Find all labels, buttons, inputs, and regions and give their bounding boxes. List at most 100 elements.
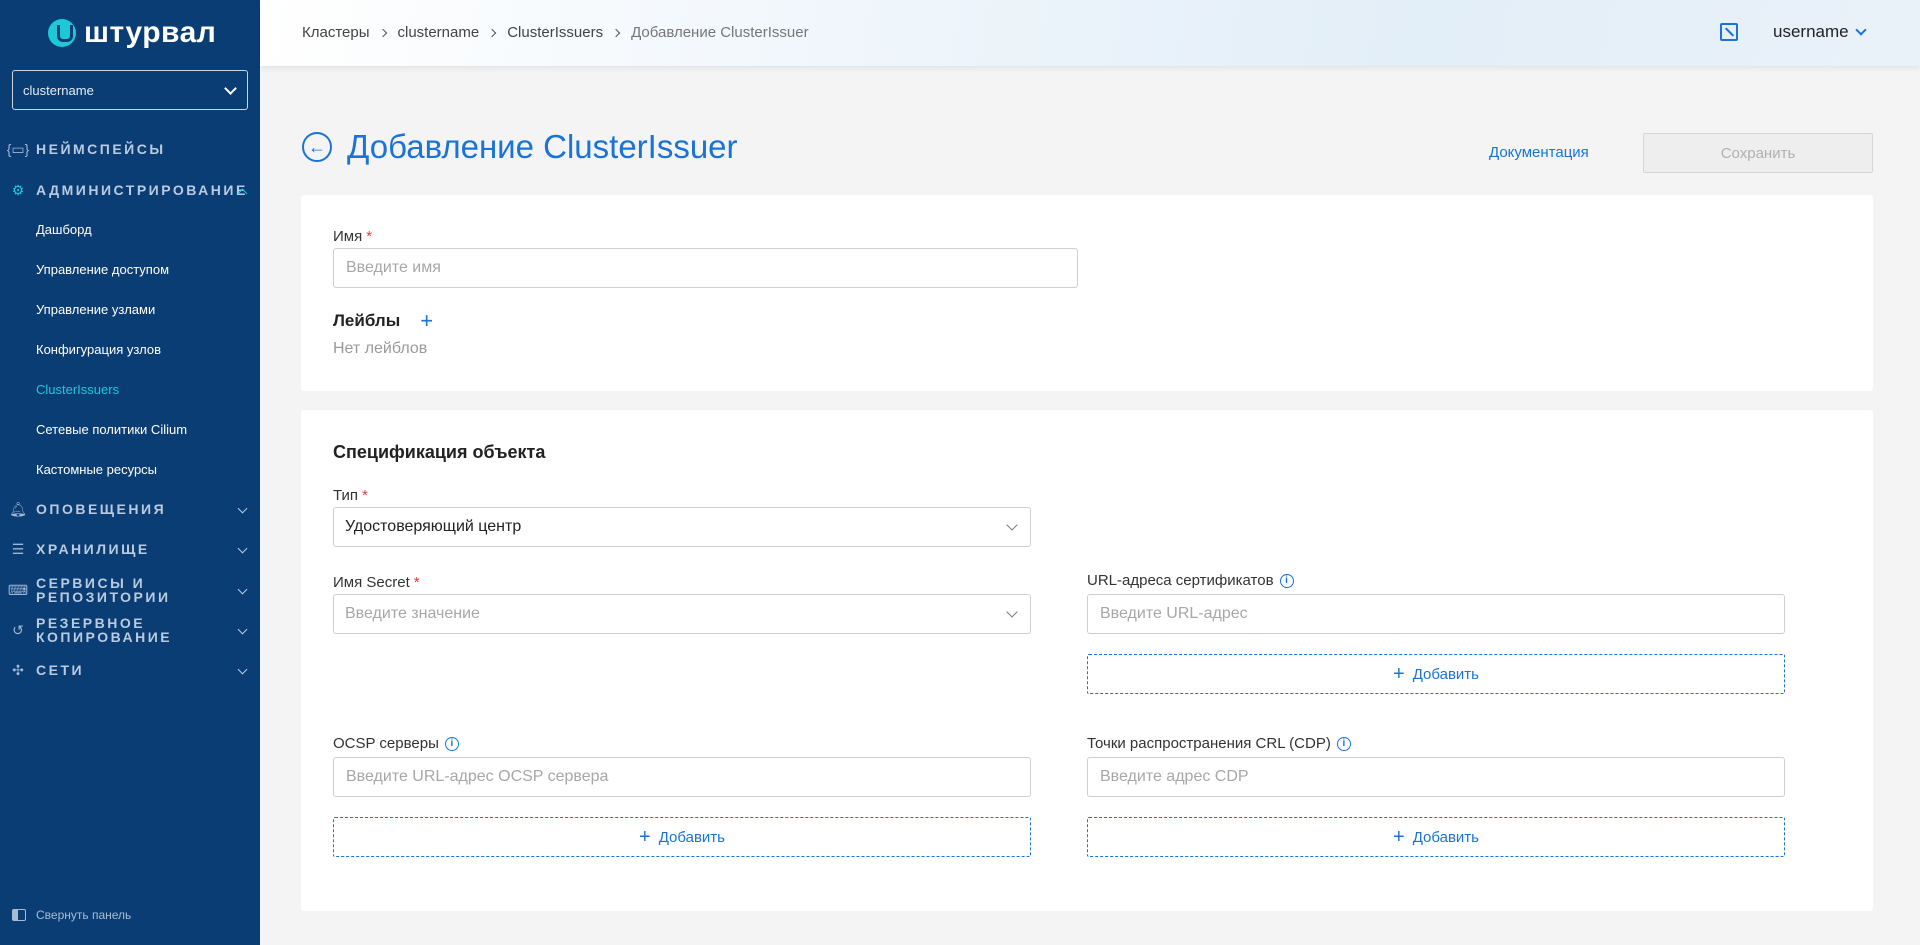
services-icon: ⌨ [7,581,29,598]
sidebar-item-cilium-policies[interactable]: Сетевые политики Cilium [36,422,187,437]
required-marker: * [413,574,420,591]
required-marker: * [366,228,373,245]
type-field-label: Тип * [333,487,368,504]
chevron-down-icon [1006,519,1018,531]
nav-section-label: АДМИНИСТРИРОВАНИЕ [36,182,248,198]
sidebar: штурвал clustername {▭} НЕЙМСПЕЙСЫ ⚙ АДМ… [0,0,260,945]
nav-section-networks[interactable]: ✣ СЕТИ [0,655,260,685]
add-button-label: Добавить [658,828,725,846]
cert-urls-field-label: URL-адреса сертификатов i [1087,572,1294,589]
add-ocsp-button[interactable]: + Добавить [333,817,1031,857]
type-select[interactable]: Удостоверяющий центр [333,507,1031,547]
nav-section-backup[interactable]: ↺ РЕЗЕРВНОЕ КОПИРОВАНИЕ [0,615,260,645]
name-label-text: Имя [333,228,363,245]
brand-logo[interactable]: штурвал [48,16,216,50]
cert-urls-input[interactable]: Введите URL-адрес [1087,594,1785,634]
sidebar-item-node-config[interactable]: Конфигурация узлов [36,342,161,357]
nav-section-label: СЕТИ [36,662,85,678]
add-button-label: Добавить [1412,665,1479,683]
sidebar-item-nodes[interactable]: Управление узлами [36,302,155,317]
add-button-label: Добавить [1412,828,1479,846]
nav-section-label: НЕЙМСПЕЙСЫ [36,141,166,157]
spec-section-title: Спецификация объекта [333,442,546,462]
required-marker: * [362,487,368,504]
info-icon[interactable]: i [444,736,459,751]
chevron-right-icon [378,28,387,37]
name-input-placeholder: Введите имя [346,259,441,276]
chevron-right-icon [487,28,497,37]
back-button[interactable]: ← [302,132,332,162]
chevron-right-icon [611,28,621,37]
documentation-link[interactable]: Документация [1489,144,1589,161]
save-button[interactable]: Сохранить [1643,133,1873,173]
external-link-icon[interactable] [1720,23,1738,41]
sidebar-item-clusterissuers[interactable]: ClusterIssuers [36,382,119,397]
chevron-down-icon [237,503,248,514]
add-cert-url-button[interactable]: + Добавить [1087,654,1785,694]
sidebar-item-custom-resources[interactable]: Кастомные ресурсы [36,462,157,477]
plus-icon: + [1393,663,1405,685]
ocsp-input[interactable]: Введите URL-адрес OCSP сервера [333,757,1031,797]
info-icon[interactable]: i [1336,736,1351,751]
database-icon: ☰ [11,540,25,557]
add-crl-button[interactable]: + Добавить [1087,817,1785,857]
user-menu[interactable]: username [1773,22,1867,42]
secret-select[interactable]: Введите значение [333,594,1031,634]
info-icon[interactable]: i [1279,573,1294,588]
chevron-down-icon [1854,23,1867,36]
nav-section-label: ОПОВЕЩЕНИЯ [36,501,167,517]
cert-urls-label-text: URL-адреса сертификатов [1087,572,1274,589]
breadcrumb-cluster[interactable]: clustername [398,24,480,41]
chevron-down-icon [237,584,248,595]
cert-urls-placeholder: Введите URL-адрес [1100,605,1248,622]
spec-card: Спецификация объекта Тип * Удостоверяющий… [301,410,1873,911]
collapse-panel-button[interactable]: Свернуть панель [12,908,131,922]
arrow-left-icon: ← [308,136,326,157]
sidebar-item-access[interactable]: Управление доступом [36,262,169,277]
nav-section-administration[interactable]: ⚙ АДМИНИСТРИРОВАНИЕ [0,175,260,205]
top-header: Кластеры clustername ClusterIssuers Доба… [260,0,1920,66]
nav-section-alerts[interactable]: 🔔︎ ОПОВЕЩЕНИЯ [0,494,260,524]
add-label-button[interactable]: + [420,310,433,332]
logo-icon [48,19,76,47]
secret-label-text: Имя Secret [333,574,410,591]
chevron-down-icon [224,81,237,95]
chevron-down-icon [1006,606,1018,618]
cluster-select[interactable]: clustername [12,70,248,110]
nav-section-services[interactable]: ⌨ СЕРВИСЫ И РЕПОЗИТОРИИ [0,575,260,605]
breadcrumb-clusterissuers[interactable]: ClusterIssuers [507,24,603,41]
username: username [1773,22,1849,41]
crl-label-text: Точки распространения CRL (CDP) [1087,735,1331,752]
crl-field-label: Точки распространения CRL (CDP) i [1087,735,1351,752]
type-label-text: Тип [333,487,359,504]
ocsp-label-text: OCSP серверы [333,735,439,752]
collapse-panel-label: Свернуть панель [36,908,132,922]
history-icon: ↺ [12,621,24,638]
plus-icon: + [1393,826,1405,848]
ocsp-field-label: OCSP серверы i [333,735,459,752]
chevron-down-icon [237,543,248,554]
labels-title: Лейблы [333,311,401,330]
breadcrumb: Кластеры clustername ClusterIssuers Доба… [302,24,809,41]
network-icon: ✣ [12,661,24,678]
labels-empty-note: Нет лейблов [333,340,428,357]
nav-section-label: РЕЗЕРВНОЕ КОПИРОВАНИЕ [36,615,173,645]
page-title: Добавление ClusterIssuer [347,128,738,165]
metadata-card: Имя * Введите имя Лейблы + Нет лейблов [301,195,1873,391]
brand-name: штурвал [84,16,217,49]
nav-section-storage[interactable]: ☰ ХРАНИЛИЩЕ [0,534,260,564]
secret-field-label: Имя Secret * [333,574,420,591]
sidebar-item-dashboard[interactable]: Дашборд [36,222,92,237]
bell-icon: 🔔︎ [9,500,27,517]
namespaces-icon: {▭} [6,140,30,157]
ocsp-placeholder: Введите URL-адрес OCSP сервера [346,768,609,785]
gear-icon: ⚙ [11,181,25,198]
crl-input[interactable]: Введите адрес CDP [1087,757,1785,797]
chevron-down-icon [237,624,248,635]
breadcrumb-clusters[interactable]: Кластеры [302,24,370,41]
secret-select-placeholder: Введите значение [345,605,480,622]
breadcrumb-current: Добавление ClusterIssuer [631,24,809,41]
name-input[interactable]: Введите имя [333,248,1078,288]
sidebar-collapse-icon [12,909,26,921]
nav-section-namespaces[interactable]: {▭} НЕЙМСПЕЙСЫ [0,134,260,164]
